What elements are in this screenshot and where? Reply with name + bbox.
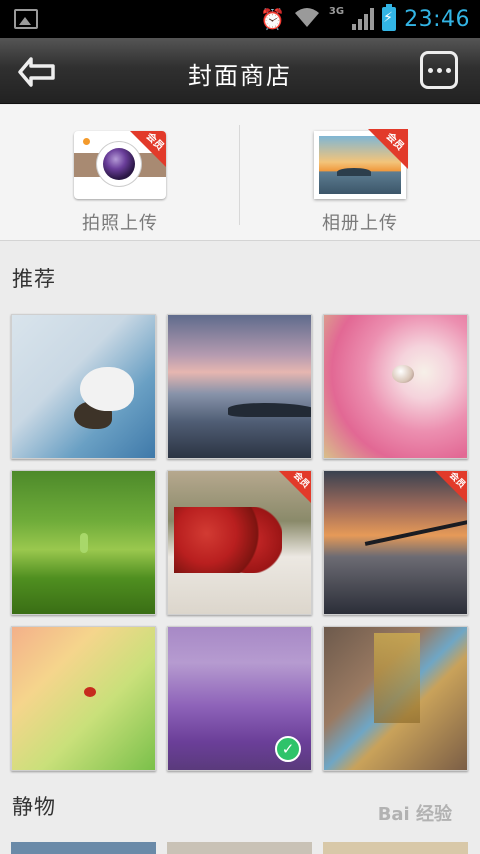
more-dot-icon xyxy=(445,67,451,73)
image-notification-icon xyxy=(14,9,38,29)
member-badge: 会员 xyxy=(368,129,408,169)
member-badge: 会员 xyxy=(128,131,166,169)
cover-tile[interactable] xyxy=(323,626,468,771)
title-bar: 封面商店 xyxy=(0,38,480,104)
more-dot-icon xyxy=(427,67,433,73)
section-title-still-life: 静物 xyxy=(12,795,56,819)
section-title-recommended: 推荐 xyxy=(12,267,56,291)
cover-tile[interactable] xyxy=(167,842,312,854)
camera-upload-label: 拍照上传 xyxy=(82,213,158,234)
cover-tile[interactable]: 会员 xyxy=(167,470,312,615)
clock: 23:46 xyxy=(404,6,470,32)
cover-tile[interactable]: 会员 xyxy=(323,470,468,615)
more-dot-icon xyxy=(436,67,442,73)
divider xyxy=(239,125,240,225)
album-upload-label: 相册上传 xyxy=(322,213,398,234)
cover-tile[interactable] xyxy=(11,626,156,771)
status-icons: ⏰ 3G 23:46 xyxy=(260,4,470,34)
cover-tile[interactable] xyxy=(11,842,156,854)
signal-icon xyxy=(352,8,375,30)
camera-icon: 会员 xyxy=(74,131,166,199)
cover-tile[interactable] xyxy=(167,314,312,459)
upload-options: 会员 拍照上传 会员 相册上传 xyxy=(0,105,480,241)
cover-tile[interactable] xyxy=(323,314,468,459)
network-type: 3G xyxy=(328,5,345,17)
battery-charging-icon xyxy=(382,4,397,31)
status-bar: ⏰ 3G 23:46 xyxy=(0,0,480,38)
member-badge: 会员 xyxy=(434,471,467,504)
alarm-icon: ⏰ xyxy=(260,7,285,31)
member-badge: 会员 xyxy=(278,471,311,504)
cover-tile[interactable] xyxy=(11,314,156,459)
watermark-logo: Bai 经验 xyxy=(377,804,452,825)
album-upload-button[interactable]: 会员 相册上传 xyxy=(280,127,440,237)
photo-album-icon: 会员 xyxy=(314,129,408,199)
page-title: 封面商店 xyxy=(188,62,292,90)
still-life-row-peek xyxy=(11,842,469,854)
checkmark-icon: ✓ xyxy=(275,736,301,762)
cover-tile-selected[interactable]: ✓ xyxy=(167,626,312,771)
camera-upload-button[interactable]: 会员 拍照上传 xyxy=(40,127,200,237)
more-button[interactable] xyxy=(420,51,458,89)
cover-tile[interactable] xyxy=(11,470,156,615)
cover-tile[interactable] xyxy=(323,842,468,854)
wifi-icon xyxy=(293,7,321,32)
